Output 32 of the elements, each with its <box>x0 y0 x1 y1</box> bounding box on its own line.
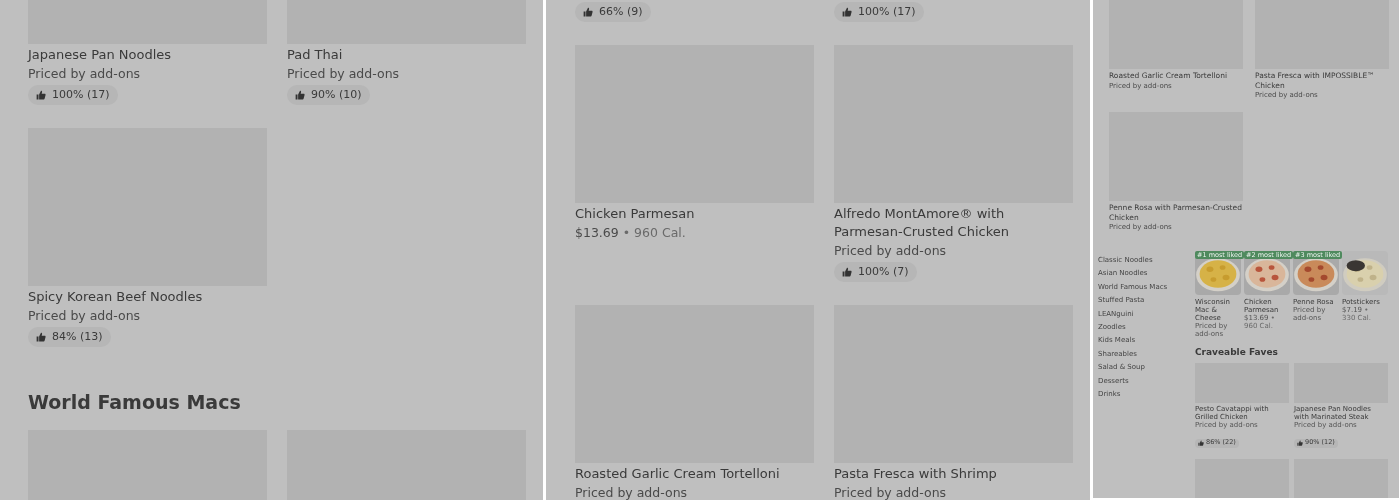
thumbs-up-icon <box>1297 440 1303 446</box>
section-heading: World Famous Macs <box>28 390 242 415</box>
section-heading: Craveable Faves <box>1195 347 1279 358</box>
thumbs-up-icon <box>583 7 593 17</box>
item-price: Priced by add-ons <box>28 308 141 323</box>
item-title[interactable]: Chicken Parmesan <box>575 205 814 223</box>
rating-text: 90% (10) <box>311 86 362 103</box>
thumbs-up-icon <box>842 267 852 277</box>
item-price: Priced by add-ons <box>575 485 688 500</box>
rating-text: 100% (7) <box>858 263 909 280</box>
item-price: $13.69 <box>575 225 619 240</box>
item-title[interactable]: Japanese Pan Noodles <box>28 46 267 64</box>
item-price: Priced by add-ons <box>834 243 947 258</box>
item-price: Priced by add-ons <box>287 66 400 81</box>
item-title[interactable]: Pad Thai <box>287 46 526 64</box>
item-title[interactable]: Pasta Fresca with Shrimp <box>834 465 1073 483</box>
rating-text: 66% (9) <box>599 3 643 20</box>
thumbs-up-icon <box>1198 440 1204 446</box>
item-calories: 960 Cal. <box>634 225 686 240</box>
item-title[interactable]: Spicy Korean Beef Noodles <box>28 288 267 306</box>
thumbs-up-icon <box>36 90 46 100</box>
item-price: Priced by add-ons <box>834 485 947 500</box>
thumbs-up-icon <box>295 90 305 100</box>
separator-dot: • <box>622 225 631 240</box>
rating-text: 100% (17) <box>52 86 110 103</box>
thumbs-up-icon <box>842 7 852 17</box>
item-price: Priced by add-ons <box>28 66 141 81</box>
item-title[interactable]: Roasted Garlic Cream Tortelloni <box>575 465 814 483</box>
item-title[interactable]: Alfredo MontAmore® with Parmesan-Crusted Chicken <box>834 205 1073 241</box>
thumbs-up-icon <box>36 332 46 342</box>
rating-text: 100% (17) <box>858 3 916 20</box>
rating-text: 84% (13) <box>52 328 103 345</box>
